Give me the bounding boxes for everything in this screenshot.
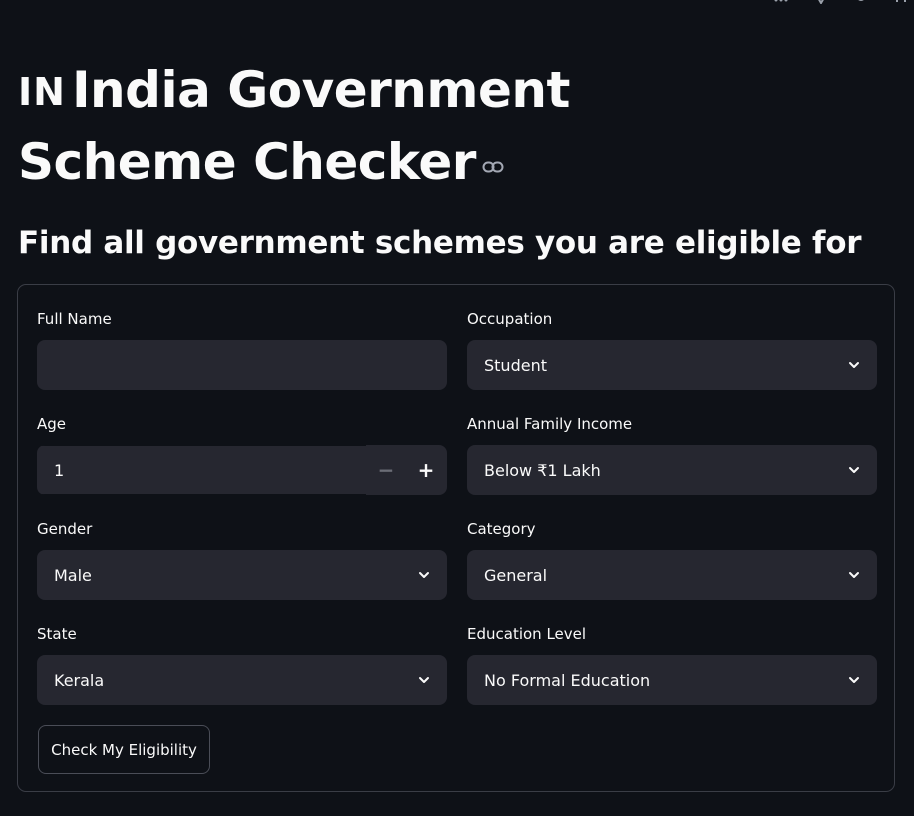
page-subtitle: Find all government schemes you are elig… (18, 225, 862, 261)
age-label: Age (37, 415, 67, 433)
education-value: No Formal Education (484, 670, 651, 690)
income-select[interactable]: Below ₹1 Lakh (467, 445, 877, 495)
link-icon[interactable] (482, 124, 504, 188)
education-select[interactable]: No Formal Education (467, 655, 877, 705)
state-label: State (37, 625, 77, 643)
age-decrement-button[interactable]: − (366, 445, 406, 495)
toolbar-icon[interactable] (854, 0, 868, 4)
chevron-down-icon (419, 572, 429, 578)
age-input[interactable]: 1 (37, 445, 366, 495)
age-increment-button[interactable]: + (406, 445, 446, 495)
occupation-select[interactable]: Student (467, 340, 877, 390)
check-eligibility-button[interactable]: Check My Eligibility (38, 725, 210, 774)
income-field: Annual Family Income Below ₹1 Lakh (467, 414, 877, 495)
age-field: Age 1 − + (37, 414, 447, 495)
gender-value: Male (54, 565, 92, 585)
income-value: Below ₹1 Lakh (484, 460, 601, 480)
chevron-down-icon (849, 467, 859, 473)
occupation-field: Occupation Student (467, 309, 877, 390)
gender-field: Gender Male (37, 519, 447, 600)
category-field: Category General (467, 519, 877, 600)
state-select[interactable]: Kerala (37, 655, 447, 705)
gender-select[interactable]: Male (37, 550, 447, 600)
chevron-down-icon (849, 362, 859, 368)
page-title: IN India Government Scheme Checker (18, 58, 758, 194)
age-stepper: 1 − + (37, 445, 447, 495)
toolbar-icon[interactable] (774, 0, 788, 4)
category-label: Category (467, 520, 536, 538)
gender-label: Gender (37, 520, 93, 538)
category-value: General (484, 565, 548, 585)
full-name-field: Full Name (37, 309, 447, 390)
toolbar-icon[interactable] (814, 0, 828, 6)
education-label: Education Level (467, 625, 587, 643)
chevron-down-icon (419, 677, 429, 683)
state-field: State Kerala (37, 624, 447, 705)
chevron-down-icon (849, 677, 859, 683)
category-select[interactable]: General (467, 550, 877, 600)
full-name-label: Full Name (37, 310, 112, 328)
state-value: Kerala (54, 670, 105, 690)
education-field: Education Level No Formal Education (467, 624, 877, 705)
eligibility-form: Full Name Occupation Student Age 1 − + A… (17, 284, 895, 792)
chevron-down-icon (849, 572, 859, 578)
income-label: Annual Family Income (467, 415, 633, 433)
india-flag-icon: IN (18, 70, 66, 114)
app-page: IN India Government Scheme Checker Find a… (0, 0, 914, 816)
occupation-value: Student (484, 355, 547, 375)
toolbar-icon[interactable] (894, 0, 908, 4)
full-name-input[interactable] (37, 340, 447, 390)
occupation-label: Occupation (467, 310, 553, 328)
top-toolbar (774, 0, 908, 6)
